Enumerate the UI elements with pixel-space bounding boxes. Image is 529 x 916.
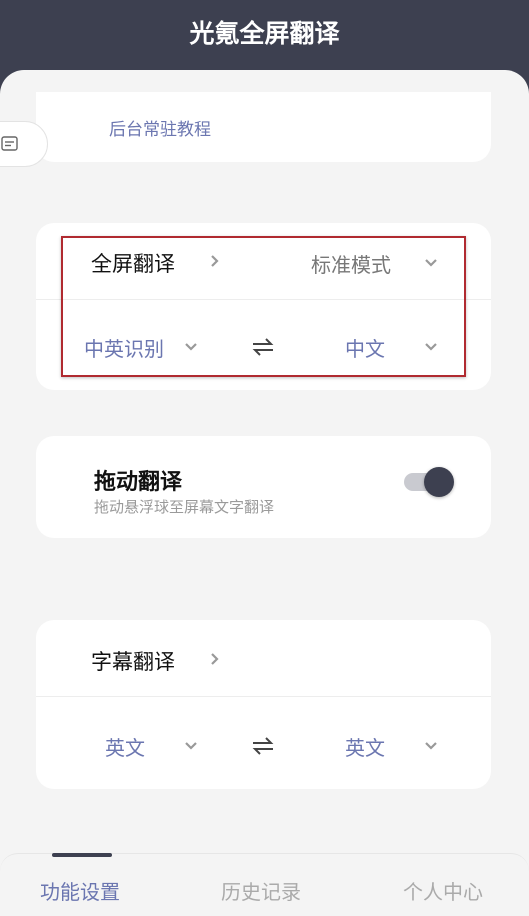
drag-translate-card: 拖动翻译 拖动悬浮球至屏幕文字翻译: [36, 436, 491, 538]
tutorial-card: 后台常驻教程: [36, 92, 491, 162]
subtitle-translate-card: 字幕翻译 英文 英文: [36, 620, 491, 789]
fullscreen-translate-card: 全屏翻译 标准模式 中英识别 中文: [36, 223, 491, 390]
swap-icon[interactable]: [250, 337, 276, 357]
chevron-down-icon: [425, 343, 437, 351]
source-language-select[interactable]: 中英识别: [84, 333, 164, 362]
swap-icon[interactable]: [250, 736, 276, 756]
chevron-down-icon: [185, 343, 197, 351]
chevron-down-icon: [425, 742, 437, 750]
subtitle-target-language-select[interactable]: 英文: [345, 732, 385, 761]
chevron-right-icon: [211, 653, 219, 665]
floating-ball[interactable]: [0, 121, 48, 167]
chevron-down-icon: [185, 742, 197, 750]
chevron-right-icon: [211, 255, 219, 267]
note-icon: [1, 136, 18, 151]
subtitle-source-language-select[interactable]: 英文: [105, 732, 145, 761]
tab-profile[interactable]: 个人中心: [403, 876, 483, 905]
fullscreen-row[interactable]: 全屏翻译 标准模式: [36, 223, 491, 299]
bottom-tab-bar: 功能设置 历史记录 个人中心: [0, 853, 529, 916]
drag-translate-subtitle: 拖动悬浮球至屏幕文字翻译: [94, 498, 275, 516]
drag-translate-toggle[interactable]: [404, 466, 456, 498]
background-tutorial-link[interactable]: 后台常驻教程: [109, 115, 211, 140]
fullscreen-language-row: 中英识别 中文: [36, 300, 491, 390]
tab-feature-settings[interactable]: 功能设置: [40, 876, 120, 905]
main-content[interactable]: 后台常驻教程 全屏翻译 标准模式 中英识别 中文 拖动翻译 拖动悬浮球至屏幕文字…: [0, 70, 529, 916]
subtitle-translate-label[interactable]: 字幕翻译: [91, 646, 175, 676]
app-title: 光氪全屏翻译: [189, 19, 340, 48]
active-tab-indicator: [52, 853, 112, 857]
toggle-knob: [424, 467, 454, 497]
tab-history[interactable]: 历史记录: [221, 876, 301, 905]
subtitle-language-row: 英文 英文: [36, 697, 491, 789]
translate-mode-select[interactable]: 标准模式: [311, 249, 391, 278]
chevron-down-icon: [425, 259, 437, 267]
app-title-bar: 光氪全屏翻译: [0, 0, 529, 72]
drag-translate-title: 拖动翻译: [94, 470, 183, 495]
fullscreen-translate-label[interactable]: 全屏翻译: [91, 248, 175, 278]
subtitle-row[interactable]: 字幕翻译: [36, 620, 491, 696]
target-language-select[interactable]: 中文: [345, 333, 385, 362]
